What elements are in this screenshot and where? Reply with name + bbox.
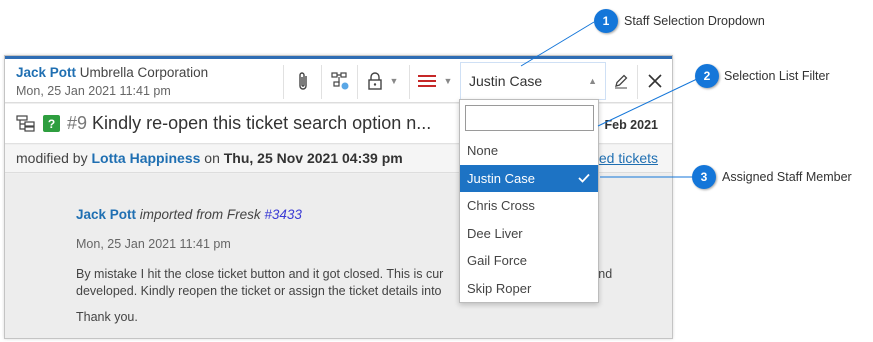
message-author[interactable]: Jack Pott — [76, 207, 136, 222]
close-button[interactable] — [639, 63, 671, 99]
ticket-title: #9 Kindly re-open this ticket search opt… — [67, 113, 431, 134]
lock-button[interactable]: ▼ — [359, 63, 407, 99]
toolbar-divider — [357, 65, 358, 99]
toolbar-divider — [321, 65, 322, 99]
linked-tickets-link[interactable]: ked tickets — [592, 150, 658, 166]
staff-dropdown-list: None Justin Case Chris Cross Dee Liver G… — [459, 99, 599, 303]
paperclip-icon — [299, 72, 307, 90]
ticket-number: #9 — [67, 113, 88, 133]
message-thanks: Thank you. — [76, 310, 138, 324]
priority-lines-icon — [417, 75, 436, 87]
tree-icon[interactable] — [16, 115, 36, 133]
toolbar-divider — [637, 65, 638, 99]
staff-selected-value: Justin Case — [469, 73, 543, 89]
check-icon — [578, 174, 590, 184]
message-header: Jack Pott imported from Fresk #3433 — [76, 207, 302, 222]
callout-label-staff-dropdown: Staff Selection Dropdown — [624, 14, 765, 28]
callout-label-assigned-staff: Assigned Staff Member — [722, 170, 852, 184]
callout-badge-2: 2 — [695, 64, 719, 88]
close-icon — [648, 74, 662, 88]
staff-caret-icon: ▲ — [588, 76, 597, 86]
staff-option[interactable]: None — [460, 137, 598, 165]
callout-badge-1: 1 — [594, 9, 618, 33]
ticket-date: Feb 2021 — [604, 118, 658, 132]
staff-options: None Justin Case Chris Cross Dee Liver G… — [460, 137, 598, 302]
staff-option[interactable]: Skip Roper — [460, 275, 598, 303]
staff-option[interactable]: Gail Force — [460, 247, 598, 275]
workflow-button[interactable] — [323, 63, 357, 99]
lock-caret-icon: ▼ — [389, 76, 399, 86]
callout-badge-3: 3 — [692, 165, 716, 189]
ticket-subject: Kindly re-open this ticket search option… — [92, 113, 432, 133]
modified-on-label: on — [204, 150, 220, 166]
toolbar-divider — [283, 65, 284, 99]
edit-button[interactable] — [606, 63, 636, 99]
message-text: By mistake I hit the close ticket button… — [76, 267, 444, 281]
ticket-toolbar: Jack Pott Umbrella Corporation Mon, 25 J… — [5, 59, 672, 103]
sender-name[interactable]: Jack Pott — [16, 65, 76, 80]
sender-date: Mon, 25 Jan 2021 11:41 pm — [16, 84, 171, 98]
staff-selection-dropdown[interactable]: Justin Case ▲ — [460, 62, 606, 100]
toolbar-divider — [409, 65, 410, 99]
modified-date: Thu, 25 Nov 2021 04:39 pm — [223, 150, 403, 166]
sender-info: Jack Pott Umbrella Corporation Mon, 25 J… — [16, 65, 208, 99]
staff-option[interactable]: Chris Cross — [460, 192, 598, 220]
staff-option[interactable]: Dee Liver — [460, 220, 598, 248]
staff-option-selected[interactable]: Justin Case — [460, 164, 598, 192]
message-date: Mon, 25 Jan 2021 11:41 pm — [76, 237, 231, 251]
modified-by-user[interactable]: Lotta Happiness — [91, 150, 200, 166]
sender-org: Umbrella Corporation — [79, 65, 209, 80]
callout-label-list-filter: Selection List Filter — [724, 69, 830, 83]
priority-button[interactable]: ▼ — [411, 63, 459, 99]
modified-prefix: modified by — [16, 150, 88, 166]
attach-button[interactable] — [287, 63, 319, 99]
message-text: developed. Kindly reopen the ticket or a… — [76, 284, 442, 298]
message-ref-link[interactable]: #3433 — [264, 207, 302, 222]
message-import-source: imported from Fresk — [139, 207, 261, 222]
selection-list-filter[interactable] — [465, 105, 594, 131]
workflow-icon — [331, 72, 349, 90]
pencil-icon — [615, 74, 628, 89]
question-badge-icon: ? — [43, 115, 60, 132]
lock-icon — [367, 72, 382, 90]
priority-caret-icon: ▼ — [443, 76, 453, 86]
